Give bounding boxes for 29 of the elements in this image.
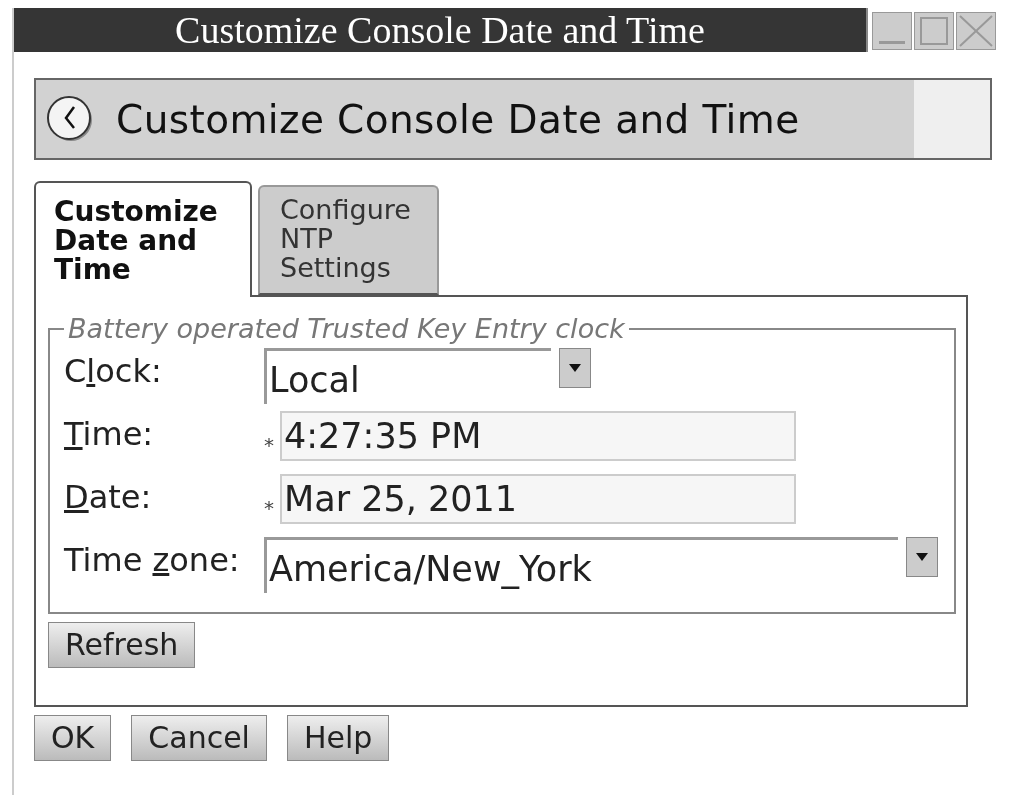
dialog-button[interactable]: OK xyxy=(34,715,112,761)
dialog-button[interactable]: Cancel xyxy=(131,715,267,761)
dialog-button[interactable]: Help xyxy=(286,715,390,761)
close-button[interactable] xyxy=(956,12,996,50)
field-label: Clock: xyxy=(64,351,163,390)
dropdown-arrow-icon xyxy=(916,553,928,561)
tab[interactable]: Customize Date and Time xyxy=(34,181,252,297)
required-marker: * xyxy=(264,495,275,520)
required-marker: * xyxy=(264,432,275,457)
clock-icon xyxy=(46,95,94,143)
text-field[interactable]: 4:27:35 PM xyxy=(280,411,796,461)
dropdown-button[interactable] xyxy=(906,537,938,577)
close-icon xyxy=(957,13,995,49)
minimize-button[interactable] xyxy=(872,12,912,50)
window-title: Customize Console Date and Time xyxy=(14,8,868,52)
dropdown-field[interactable]: Local xyxy=(264,348,551,404)
maximize-button[interactable] xyxy=(914,12,954,50)
header-title: Customize Console Date and Time xyxy=(116,96,800,142)
dropdown-arrow-icon xyxy=(569,364,581,372)
dropdown-field[interactable]: America/New_York xyxy=(264,537,898,593)
field-label: Time zone: xyxy=(64,540,241,579)
text-field[interactable]: Mar 25, 2011 xyxy=(280,474,796,524)
refresh-button[interactable]: Refresh xyxy=(48,622,196,668)
field-label: Date: xyxy=(64,477,153,516)
dropdown-button[interactable] xyxy=(559,348,591,388)
group-title: Battery operated Trusted Key Entry clock xyxy=(67,313,626,344)
tab[interactable]: Configure NTP Settings xyxy=(258,185,439,295)
field-label: Time: xyxy=(64,414,155,453)
minimize-icon xyxy=(879,41,905,44)
